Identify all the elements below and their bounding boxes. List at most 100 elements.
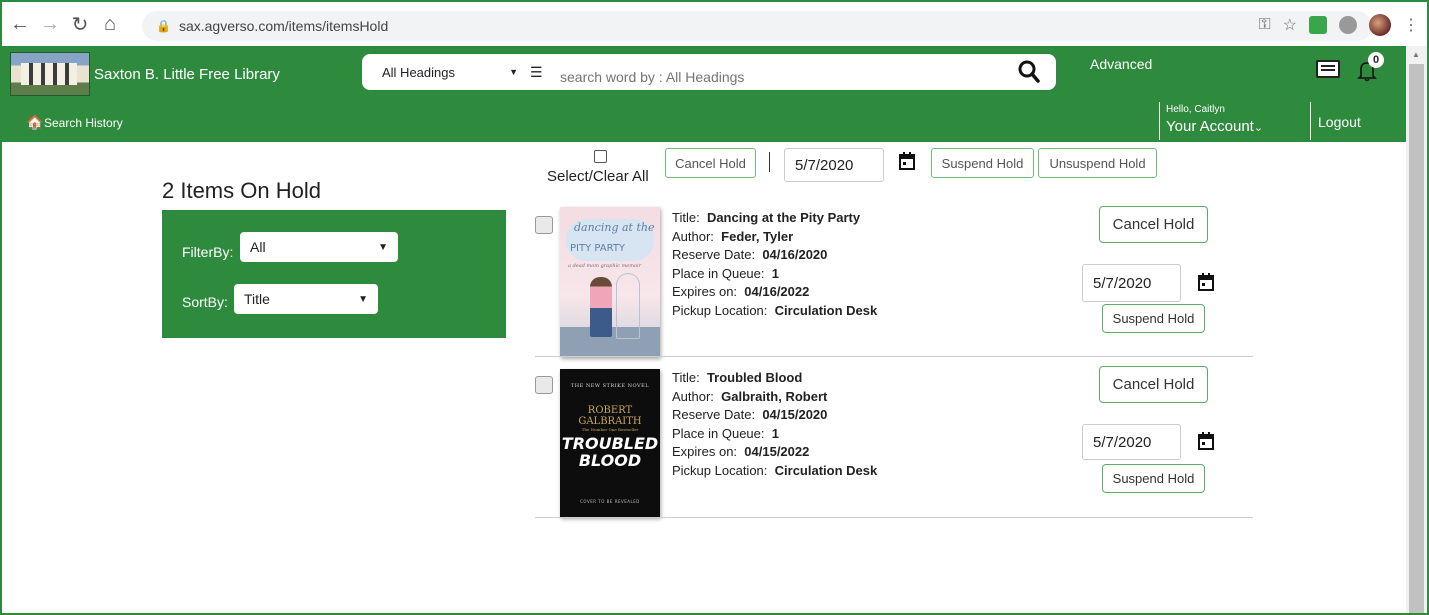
field-label: Author: bbox=[672, 388, 714, 404]
address-bar[interactable]: 🔒 sax.agverso.com/items/itemsHold bbox=[142, 11, 1372, 41]
sort-select[interactable]: Title ▼ bbox=[234, 284, 378, 314]
cover-ghost-figure bbox=[616, 273, 640, 339]
item-queue-place: 1 bbox=[771, 265, 779, 281]
page-title: 2 Items On Hold bbox=[162, 178, 321, 203]
back-icon[interactable]: ← bbox=[8, 12, 32, 36]
menu-dots-icon[interactable]: ⋮ bbox=[1403, 15, 1419, 35]
field-label: Title: bbox=[672, 370, 700, 385]
field-label: Title: bbox=[672, 210, 700, 225]
library-name[interactable]: Saxton B. Little Free Library bbox=[94, 66, 280, 83]
field-label: Reserve Date: bbox=[672, 407, 756, 422]
database-icon[interactable]: ☰ bbox=[530, 64, 550, 81]
book-cover[interactable]: THE NEW STRIKE NOVEL ROBERT GALBRAITH Th… bbox=[560, 369, 660, 517]
bulk-cancel-hold-button[interactable]: Cancel Hold bbox=[665, 148, 756, 178]
calendar-icon[interactable] bbox=[1198, 273, 1214, 291]
cover-text: dancing at the bbox=[574, 221, 655, 234]
search-input[interactable] bbox=[560, 65, 1000, 89]
item-queue-row: Place in Queue: 1 bbox=[672, 425, 877, 444]
library-logo[interactable] bbox=[10, 52, 90, 96]
key-icon[interactable]: ⚿ bbox=[1258, 16, 1270, 34]
reload-icon[interactable]: ↻ bbox=[68, 12, 92, 36]
cover-title: TROUBLED BLOOD bbox=[561, 434, 659, 470]
search-history-link[interactable]: Search History bbox=[44, 116, 123, 130]
item-expires-row: Expires on: 04/16/2022 bbox=[672, 283, 877, 302]
field-label: Place in Queue: bbox=[672, 265, 765, 281]
select-all-label[interactable]: Select/Clear All bbox=[547, 168, 649, 185]
home-icon[interactable]: 🏠 bbox=[26, 114, 43, 131]
filter-select-value: All bbox=[250, 239, 266, 255]
select-all-checkbox[interactable] bbox=[594, 150, 607, 163]
url-text: sax.agverso.com/items/itemsHold bbox=[178, 18, 389, 34]
bulk-suspend-date-input[interactable]: 5/7/2020 bbox=[784, 148, 884, 182]
lock-icon: 🔒 bbox=[156, 19, 171, 33]
advanced-search-link[interactable]: Advanced bbox=[1090, 56, 1152, 72]
item-divider bbox=[535, 356, 1253, 357]
cover-author: ROBERT GALBRAITH bbox=[578, 405, 642, 427]
item-checkbox[interactable] bbox=[535, 216, 553, 234]
suspend-date-input[interactable]: 5/7/2020 bbox=[1082, 424, 1181, 460]
forward-icon[interactable]: → bbox=[38, 12, 62, 36]
item-author-row: Author: Galbraith, Robert bbox=[672, 388, 877, 407]
scroll-up-icon[interactable]: ▲ bbox=[1412, 50, 1420, 59]
extension-green-icon[interactable] bbox=[1309, 16, 1327, 34]
browser-window: ← → ↻ ⌂ 🔒 sax.agverso.com/items/itemsHol… bbox=[0, 0, 1429, 615]
account-menu[interactable]: Your Account⌄ bbox=[1166, 118, 1263, 135]
item-reserve-row: Reserve Date: 04/16/2020 bbox=[672, 246, 877, 265]
item-details: Title: Dancing at the Pity Party Author:… bbox=[672, 209, 877, 320]
field-label: Expires on: bbox=[672, 444, 738, 459]
scroll-thumb[interactable] bbox=[1409, 64, 1424, 613]
browser-actions: ⚿ ☆ ⋮ bbox=[1258, 14, 1419, 36]
bulk-suspend-hold-button[interactable]: Suspend Hold bbox=[931, 148, 1034, 178]
star-icon[interactable]: ☆ bbox=[1283, 15, 1297, 35]
account-divider bbox=[1159, 102, 1160, 140]
item-queue-row: Place in Queue: 1 bbox=[672, 265, 877, 284]
home-browser-icon[interactable]: ⌂ bbox=[98, 12, 122, 36]
cover-subtitle: a dead mom graphic memoir bbox=[568, 263, 642, 269]
cancel-hold-button[interactable]: Cancel Hold bbox=[1099, 366, 1208, 403]
suspend-date-value: 5/7/2020 bbox=[1093, 433, 1152, 451]
cover-tagline: The Number One Bestseller bbox=[581, 427, 639, 432]
logout-link[interactable]: Logout bbox=[1318, 114, 1361, 130]
calendar-icon[interactable] bbox=[899, 152, 915, 170]
bulk-suspend-date-value: 5/7/2020 bbox=[795, 156, 854, 174]
item-author[interactable]: Feder, Tyler bbox=[721, 229, 793, 244]
field-label: Author: bbox=[672, 228, 714, 244]
bulk-unsuspend-hold-button[interactable]: Unsuspend Hold bbox=[1038, 148, 1157, 178]
item-expires-on: 04/16/2022 bbox=[744, 284, 810, 299]
item-title-row: Title: Troubled Blood bbox=[672, 369, 877, 388]
reading-list-icon[interactable] bbox=[1316, 60, 1340, 78]
item-reserve-date: 04/15/2020 bbox=[762, 407, 828, 422]
item-expires-row: Expires on: 04/15/2022 bbox=[672, 443, 877, 462]
cover-title: PITY PARTY bbox=[570, 243, 626, 254]
search-icon[interactable] bbox=[1016, 58, 1042, 86]
calendar-icon[interactable] bbox=[1198, 432, 1214, 450]
item-checkbox[interactable] bbox=[535, 376, 553, 394]
cancel-hold-button[interactable]: Cancel Hold bbox=[1099, 206, 1208, 243]
page-scrollbar[interactable]: ▲ bbox=[1406, 46, 1427, 613]
item-pickup-location: Circulation Desk bbox=[774, 302, 878, 318]
profile-avatar-icon[interactable] bbox=[1369, 14, 1391, 36]
book-cover[interactable]: dancing at the PITY PARTY a dead mom gra… bbox=[560, 207, 660, 357]
item-expires-on: 04/15/2022 bbox=[744, 444, 810, 459]
filter-select[interactable]: All ▼ bbox=[240, 232, 398, 262]
adblock-icon[interactable] bbox=[1339, 16, 1357, 34]
field-label: Pickup Location: bbox=[672, 302, 768, 318]
chevron-down-icon: ▼ bbox=[358, 293, 368, 305]
filter-panel: FilterBy: All ▼ SortBy: Title ▼ bbox=[162, 210, 506, 338]
cover-figure bbox=[590, 277, 612, 337]
field-label: Expires on: bbox=[672, 284, 738, 299]
filter-by-label: FilterBy: bbox=[182, 244, 234, 260]
suspend-date-input[interactable]: 5/7/2020 bbox=[1082, 264, 1181, 302]
site-header: Saxton B. Little Free Library All Headin… bbox=[2, 46, 1406, 142]
item-title[interactable]: Dancing at the Pity Party bbox=[707, 210, 860, 225]
item-title-row: Title: Dancing at the Pity Party bbox=[672, 209, 877, 228]
cover-footer: COVER TO BE REVEALED bbox=[580, 499, 640, 504]
item-author[interactable]: Galbraith, Robert bbox=[721, 389, 827, 404]
heading-select-value: All Headings bbox=[382, 64, 455, 80]
heading-select[interactable]: All Headings ▼ bbox=[362, 54, 530, 90]
item-title[interactable]: Troubled Blood bbox=[707, 370, 802, 385]
suspend-date-value: 5/7/2020 bbox=[1093, 274, 1152, 292]
cover-series: THE NEW STRIKE NOVEL bbox=[570, 383, 650, 389]
suspend-hold-button[interactable]: Suspend Hold bbox=[1102, 464, 1205, 493]
suspend-hold-button[interactable]: Suspend Hold bbox=[1102, 304, 1205, 333]
